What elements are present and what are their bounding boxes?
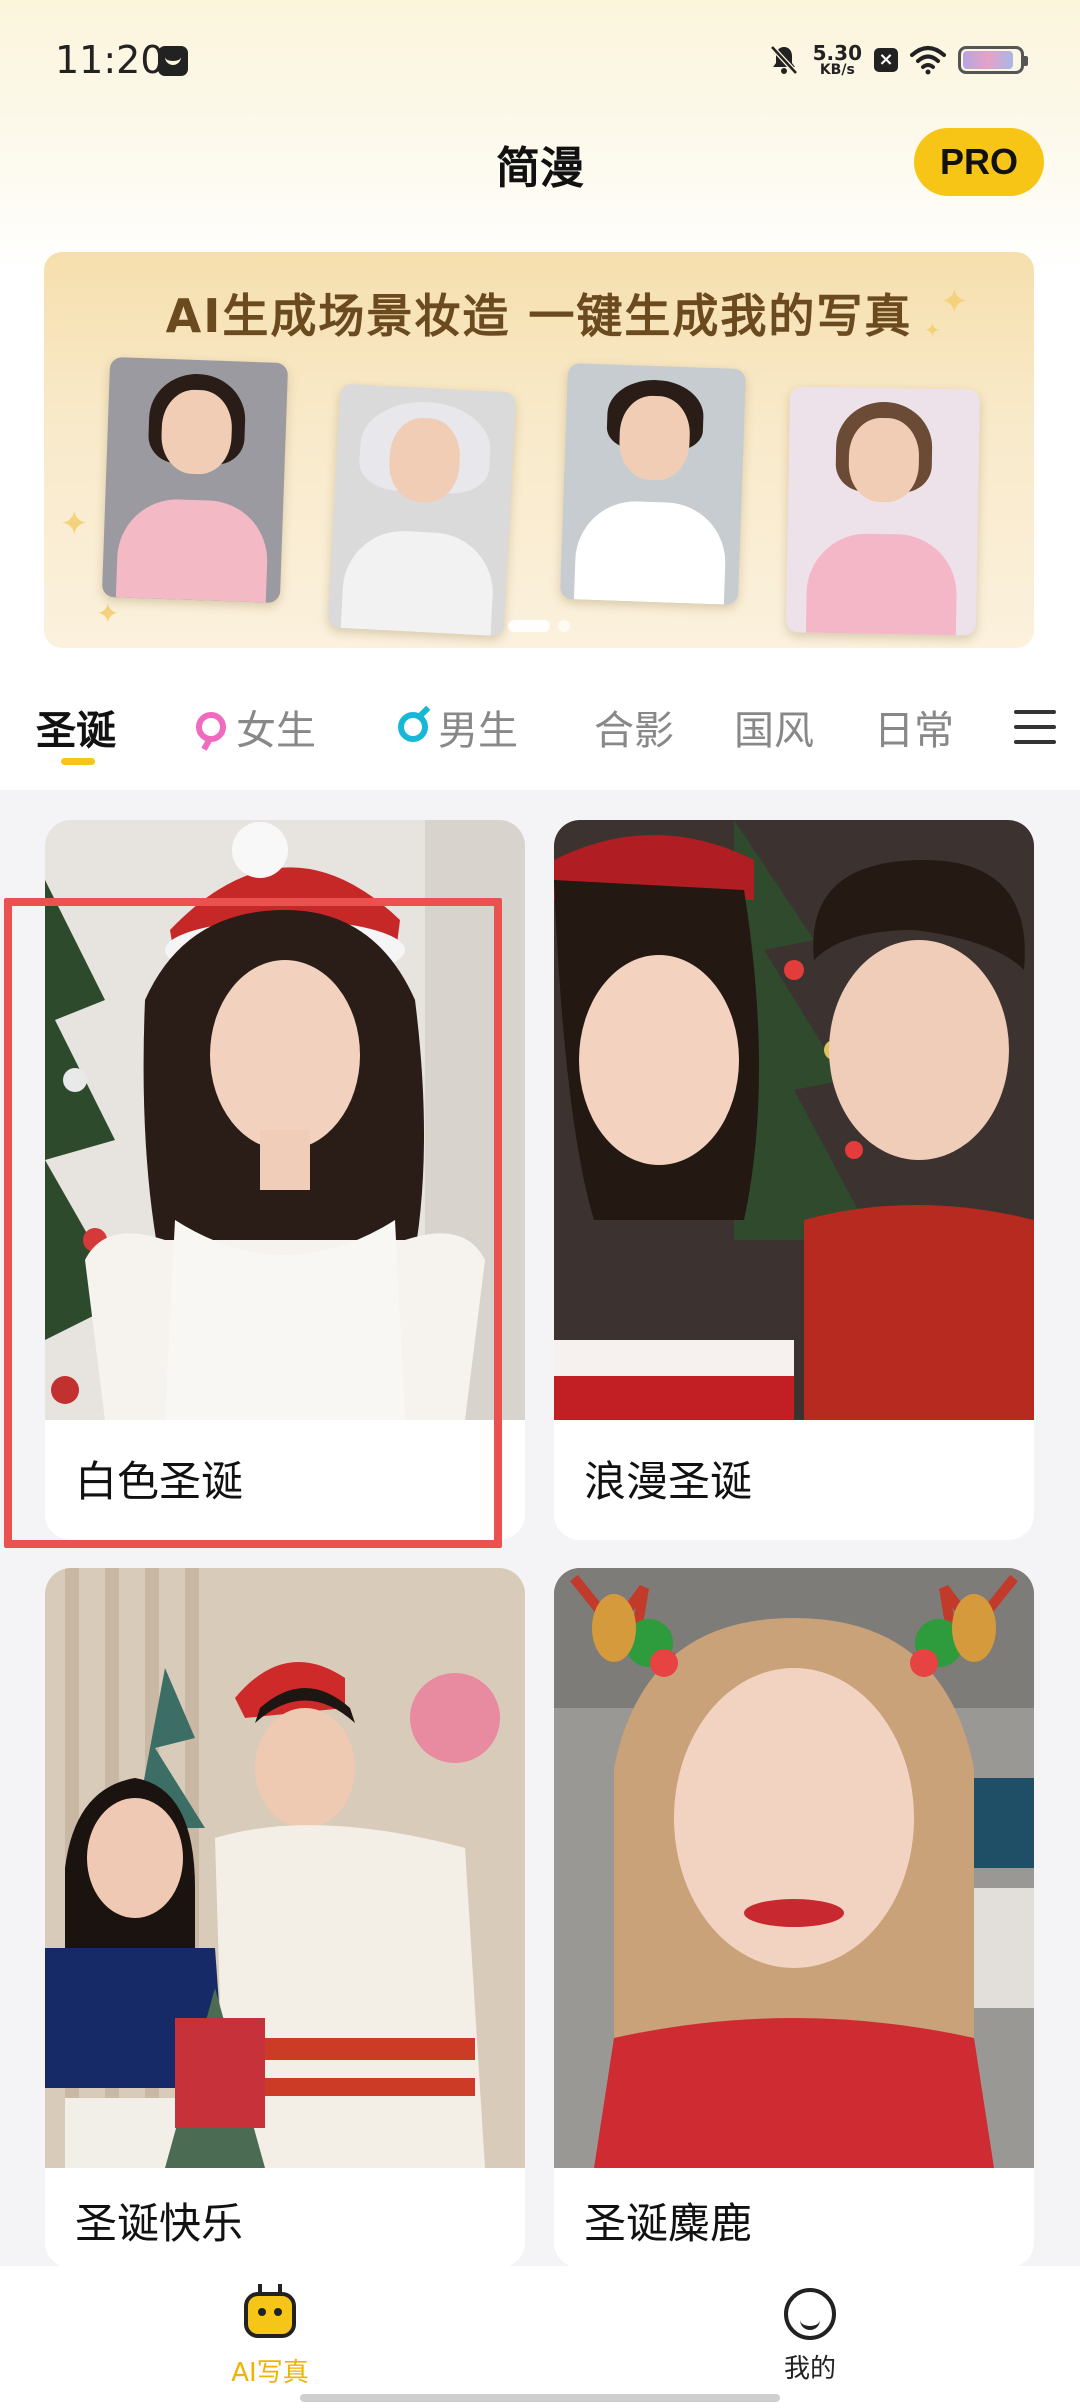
menu-icon[interactable] bbox=[1014, 710, 1056, 744]
style-card-romantic-christmas[interactable]: 浪漫圣诞 bbox=[554, 820, 1034, 1540]
tab-daily[interactable]: 日常 bbox=[874, 698, 954, 756]
sparkle-icon: ✦ bbox=[924, 318, 941, 342]
tab-chinese-style[interactable]: 国风 bbox=[734, 698, 814, 756]
promo-banner[interactable]: AI生成场景妆造 一键生成我的写真 ✦ ✦ ✦ ✦ bbox=[44, 252, 1034, 648]
nav-mine[interactable]: 我的 bbox=[710, 2284, 910, 2385]
muted-bell-icon bbox=[769, 45, 798, 75]
tab-christmas[interactable]: 圣诞 bbox=[36, 698, 116, 756]
banner-dot-active bbox=[508, 620, 550, 632]
tab-label: 女生 bbox=[236, 708, 316, 754]
network-speed-unit: KB/s bbox=[819, 62, 855, 78]
card-title: 白色圣诞 bbox=[75, 1457, 244, 1506]
close-box-icon: × bbox=[874, 48, 898, 72]
message-icon bbox=[158, 46, 188, 76]
robot-icon bbox=[238, 2284, 302, 2344]
style-card-christmas-reindeer[interactable]: 圣诞麋鹿 bbox=[554, 1568, 1034, 2268]
card-title: 圣诞麋鹿 bbox=[584, 2199, 753, 2248]
card-title: 浪漫圣诞 bbox=[584, 1457, 753, 1506]
style-card-merry-christmas[interactable]: 圣诞快乐 bbox=[45, 1568, 525, 2268]
tab-label: 国风 bbox=[734, 708, 814, 754]
tab-label: 合影 bbox=[594, 708, 674, 754]
banner-photo-man bbox=[559, 362, 747, 606]
tab-label: 男生 bbox=[438, 708, 518, 754]
card-image bbox=[45, 1568, 525, 2168]
banner-pagination bbox=[44, 617, 1034, 636]
card-image bbox=[45, 820, 525, 1420]
active-tab-indicator bbox=[61, 758, 95, 765]
profile-icon bbox=[784, 2288, 836, 2340]
banner-title: AI生成场景妆造 一键生成我的写真 bbox=[165, 289, 913, 343]
banner-photo-woman-bow bbox=[785, 386, 981, 636]
category-tabs: 圣诞 女生 男生 合影 国风 日常 bbox=[0, 690, 1080, 790]
card-image bbox=[554, 1568, 1034, 2168]
status-bar: 11:20 5.30 KB/s × bbox=[0, 0, 1080, 120]
banner-dot bbox=[558, 620, 570, 632]
sparkle-icon: ✦ bbox=[940, 282, 969, 322]
banner-photo-bride bbox=[327, 383, 517, 637]
wifi-icon bbox=[910, 46, 946, 75]
card-title: 圣诞快乐 bbox=[75, 2199, 244, 2248]
banner-photo-woman-pink bbox=[101, 356, 289, 604]
style-card-white-christmas[interactable]: 白色圣诞 bbox=[45, 820, 525, 1540]
tab-male[interactable]: 男生 bbox=[398, 698, 518, 756]
female-icon bbox=[196, 712, 226, 742]
tab-label: 圣诞 bbox=[36, 708, 116, 754]
nav-ai-photo[interactable]: AI写真 bbox=[170, 2284, 370, 2389]
battery-icon bbox=[958, 46, 1028, 74]
nav-label: 我的 bbox=[783, 2354, 836, 2384]
status-time: 11:20 bbox=[55, 38, 165, 82]
nav-label: AI写真 bbox=[231, 2358, 309, 2388]
home-indicator[interactable] bbox=[300, 2394, 780, 2402]
tab-female[interactable]: 女生 bbox=[196, 698, 316, 756]
tab-label: 日常 bbox=[874, 708, 954, 754]
pro-button[interactable]: PRO bbox=[914, 128, 1044, 196]
network-speed-value: 5.30 bbox=[812, 41, 862, 65]
sparkle-icon: ✦ bbox=[60, 504, 89, 544]
bottom-navigation: AI写真 我的 bbox=[0, 2266, 1080, 2408]
card-image bbox=[554, 820, 1034, 1420]
male-icon bbox=[398, 712, 428, 742]
battery-level-fill bbox=[963, 51, 1014, 69]
tab-group-photo[interactable]: 合影 bbox=[594, 698, 674, 756]
status-indicators: 5.30 KB/s × bbox=[767, 40, 1028, 80]
network-speed: 5.30 KB/s bbox=[813, 43, 862, 77]
